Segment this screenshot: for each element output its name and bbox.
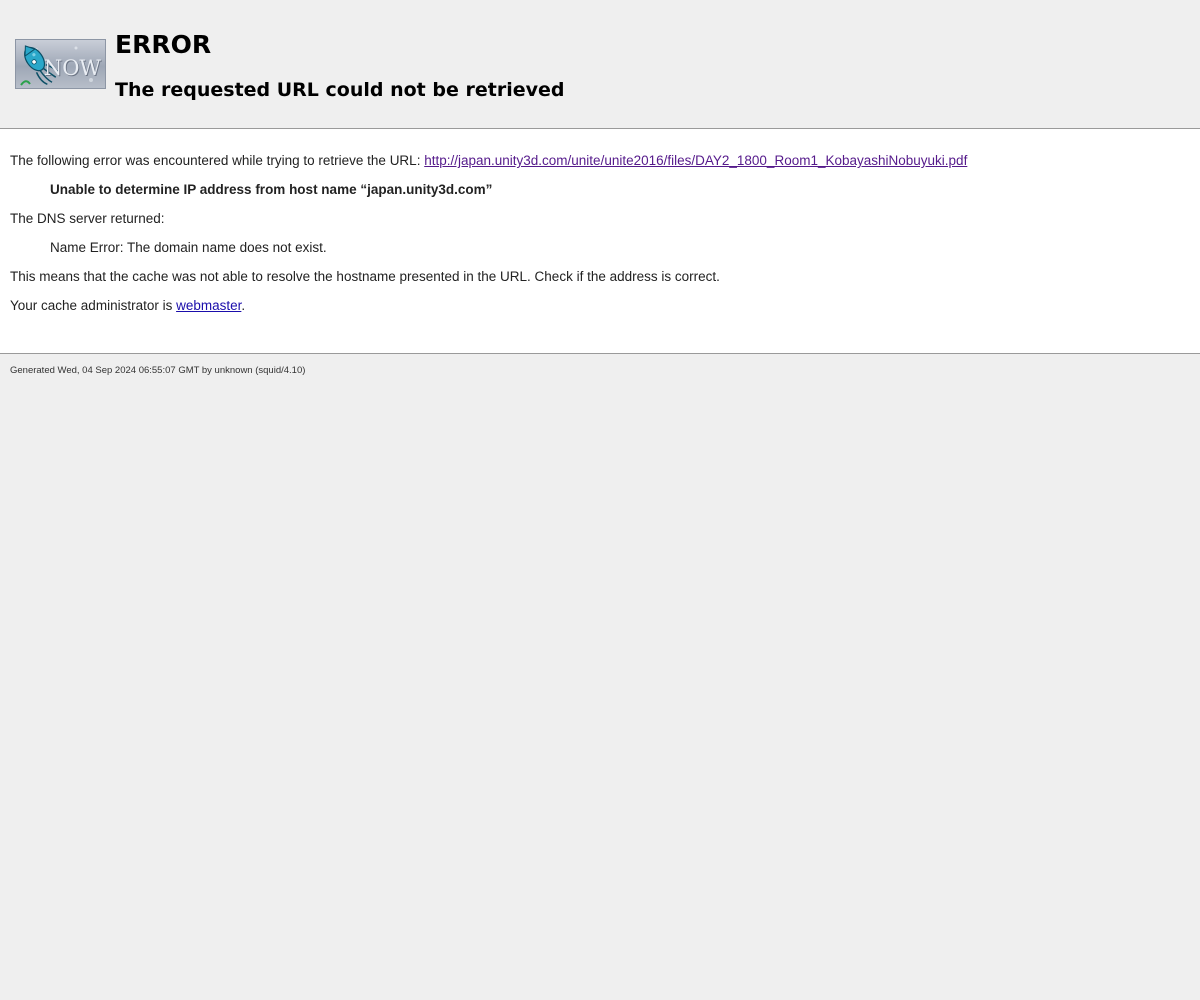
- requested-url-link[interactable]: http://japan.unity3d.com/unite/unite2016…: [424, 153, 967, 168]
- error-header: NOW ERROR The requested URL could not be…: [0, 0, 1200, 129]
- dns-message: Name Error: The domain name does not exi…: [50, 240, 327, 255]
- page-title: ERROR: [115, 30, 212, 59]
- admin-line: Your cache administrator is webmaster.: [10, 298, 245, 313]
- explanation-text: This means that the cache was not able t…: [10, 269, 720, 284]
- intro-text: The following error was encountered whil…: [10, 153, 425, 168]
- admin-prefix: Your cache administrator is: [10, 298, 177, 313]
- squid-logo-icon: NOW: [15, 39, 106, 89]
- webmaster-link[interactable]: webmaster: [176, 298, 241, 313]
- logo-text: NOW: [43, 56, 101, 80]
- error-message: Unable to determine IP address from host…: [50, 182, 493, 197]
- error-content: The following error was encountered whil…: [0, 129, 1200, 354]
- admin-suffix: .: [241, 298, 246, 313]
- intro-line: The following error was encountered whil…: [10, 153, 967, 168]
- page-subtitle: The requested URL could not be retrieved: [115, 79, 565, 101]
- generated-footer: Generated Wed, 04 Sep 2024 06:55:07 GMT …: [10, 365, 306, 376]
- dns-label: The DNS server returned:: [10, 211, 165, 226]
